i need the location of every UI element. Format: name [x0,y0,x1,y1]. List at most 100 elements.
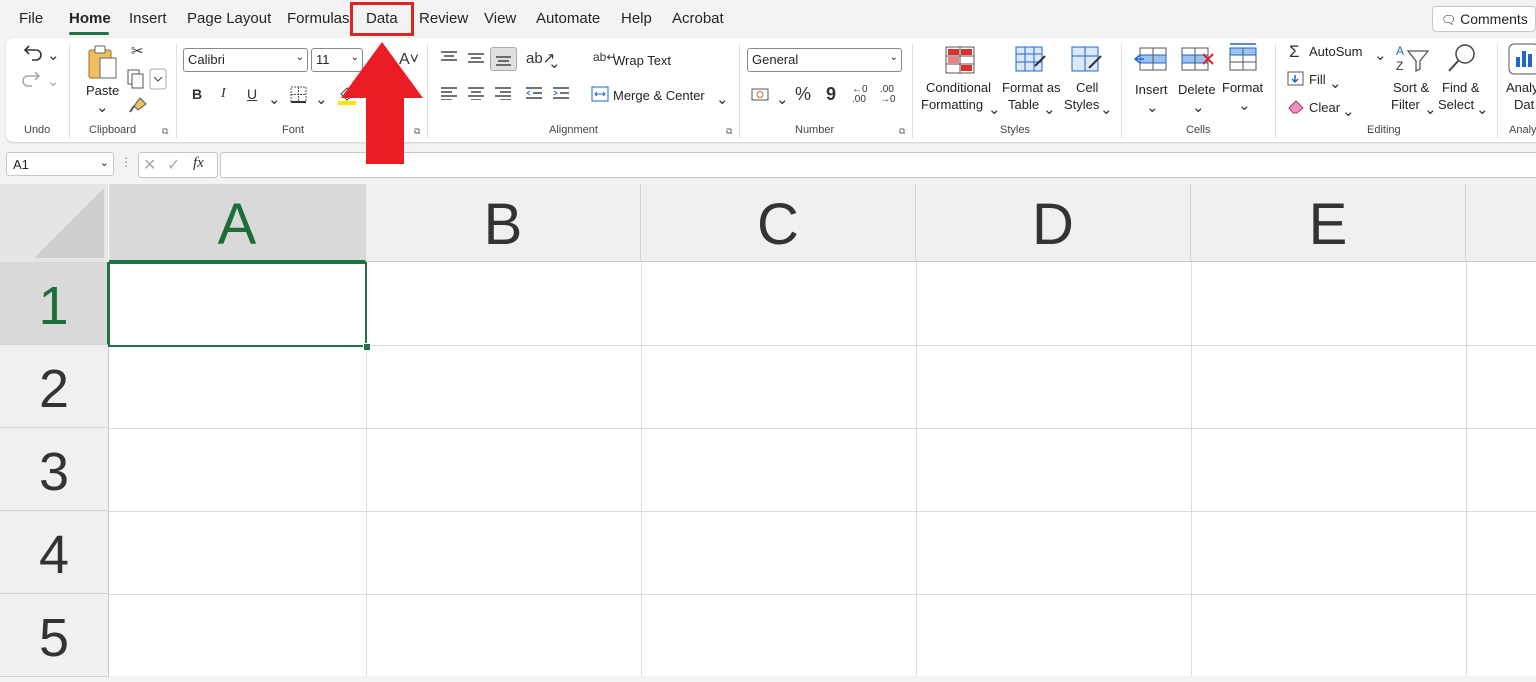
clear-eraser-icon[interactable] [1287,98,1305,114]
decrease-indent-icon[interactable] [525,86,543,100]
increase-decimal-button[interactable]: ←0 .00 [852,85,868,105]
autosum-button[interactable]: AutoSum [1309,44,1362,59]
conditional-formatting-label-2[interactable]: Formatting [921,97,983,112]
find-select-label-2[interactable]: Select [1438,97,1474,112]
fill-button[interactable]: Fill [1309,72,1326,87]
chevron-down-icon[interactable]: ⌄ [1342,102,1355,120]
fill-down-icon[interactable] [1287,71,1305,87]
align-left-icon[interactable] [440,86,458,100]
format-cells-icon[interactable] [1228,42,1260,72]
conditional-formatting-label-1[interactable]: Conditional [926,80,991,95]
drag-handle-icon[interactable]: ⋮ [120,155,132,169]
row-header-3[interactable]: 3 [0,428,109,511]
align-middle-icon[interactable] [467,52,485,66]
alignment-launcher-icon[interactable]: ⧉ [726,126,732,137]
chevron-down-icon[interactable]: ⌄ [1424,100,1437,118]
tab-insert[interactable]: Insert [129,10,167,27]
find-select-label-1[interactable]: Find & [1442,80,1480,95]
format-as-table-label-2[interactable]: Table [1008,97,1039,112]
insert-cells-icon[interactable] [1134,47,1168,73]
insert-button[interactable]: Insert [1135,82,1168,97]
format-as-table-label-1[interactable]: Format as [1002,80,1061,95]
analyze-data-label-2[interactable]: Dat [1514,97,1534,112]
column-header-e[interactable]: E [1191,184,1466,262]
column-header-b[interactable]: B [366,184,641,262]
sort-filter-label-1[interactable]: Sort & [1393,80,1429,95]
italic-button[interactable]: I [221,86,226,102]
row-header-1[interactable]: 1 [0,262,109,345]
cell-styles-label-2[interactable]: Styles [1064,97,1099,112]
clipboard-launcher-icon[interactable]: ⧉ [162,126,168,137]
chevron-down-icon[interactable]: ⌄ [1192,98,1205,116]
paste-dropdown-icon[interactable]: ⌄ [96,98,109,116]
column-header-f[interactable] [1466,184,1536,262]
sort-filter-label-2[interactable]: Filter [1391,97,1420,112]
redo-icon[interactable] [20,68,44,88]
increase-indent-icon[interactable] [552,86,570,100]
active-cell-a1[interactable] [108,262,367,347]
tab-page-layout[interactable]: Page Layout [187,10,271,27]
autosum-icon[interactable]: Σ [1289,42,1300,62]
font-name-select[interactable]: Calibri ⌄ [183,48,308,72]
cell-styles-label-1[interactable]: Cell [1076,80,1098,95]
chevron-down-icon[interactable]: ⌄ [1146,98,1159,116]
column-header-c[interactable]: C [641,184,916,262]
wrap-text-button[interactable]: Wrap Text [613,53,671,68]
delete-cells-icon[interactable] [1181,47,1215,73]
copy-icon[interactable] [126,68,168,90]
find-select-icon[interactable] [1446,42,1478,74]
column-header-a[interactable]: A [109,184,366,262]
accounting-dropdown-icon[interactable]: ⌄ [776,90,789,108]
decrease-decimal-button[interactable]: .00 →0 [880,85,896,105]
number-launcher-icon[interactable]: ⧉ [899,126,905,137]
format-painter-icon[interactable] [128,96,148,114]
paste-icon[interactable] [86,44,118,80]
chevron-down-icon[interactable]: ⌄ [988,100,1001,118]
align-top-icon[interactable] [440,50,458,64]
delete-button[interactable]: Delete [1178,82,1216,97]
orientation-dropdown-icon[interactable]: ⌄ [548,54,561,72]
cell-styles-icon[interactable] [1071,46,1103,74]
percent-style-button[interactable]: % [795,84,811,105]
undo-dropdown-icon[interactable]: ⌄ [47,46,60,64]
sort-filter-icon[interactable]: AZ [1395,43,1429,75]
cancel-icon[interactable]: ✕ [143,155,156,175]
tab-file[interactable]: File [19,10,43,27]
tab-view[interactable]: View [484,10,516,27]
chevron-down-icon[interactable]: ⌄ [1329,74,1342,92]
comma-style-button[interactable]: 9 [826,84,836,105]
chevron-down-icon[interactable]: ⌄ [1043,100,1056,118]
cut-icon[interactable]: ✂ [131,42,144,60]
undo-icon[interactable] [20,42,44,62]
conditional-formatting-icon[interactable] [945,46,975,74]
fill-handle[interactable] [363,343,371,351]
format-button[interactable]: Format [1222,80,1263,95]
row-header-4[interactable]: 4 [0,511,109,594]
row-header-2[interactable]: 2 [0,345,109,428]
format-as-table-icon[interactable] [1015,46,1047,74]
tab-home[interactable]: Home [69,10,111,27]
enter-check-icon[interactable]: ✓ [167,155,180,175]
tab-review[interactable]: Review [419,10,468,27]
analyze-data-label-1[interactable]: Analy [1506,80,1536,95]
underline-button[interactable]: U [247,86,257,102]
column-header-d[interactable]: D [916,184,1191,262]
chevron-down-icon[interactable]: ⌄ [1374,46,1387,64]
tab-formulas[interactable]: Formulas [287,10,350,27]
bold-button[interactable]: B [192,86,202,102]
accounting-format-icon[interactable] [751,87,771,103]
merge-center-icon[interactable] [591,86,609,102]
select-all-corner[interactable] [0,184,108,262]
align-bottom-button[interactable] [490,47,517,71]
chevron-down-icon[interactable]: ⌄ [1476,100,1489,118]
borders-dropdown-icon[interactable]: ⌄ [315,90,328,108]
underline-dropdown-icon[interactable]: ⌄ [268,90,281,108]
chevron-down-icon[interactable]: ⌄ [1100,100,1113,118]
comments-button[interactable]: 🗨 Comments [1432,6,1536,32]
merge-center-button[interactable]: Merge & Center [613,88,705,103]
tab-acrobat[interactable]: Acrobat [672,10,724,27]
clear-button[interactable]: Clear [1309,100,1340,115]
insert-function-button[interactable]: fx [193,155,204,172]
row-header-5[interactable]: 5 [0,594,109,677]
tab-help[interactable]: Help [621,10,652,27]
